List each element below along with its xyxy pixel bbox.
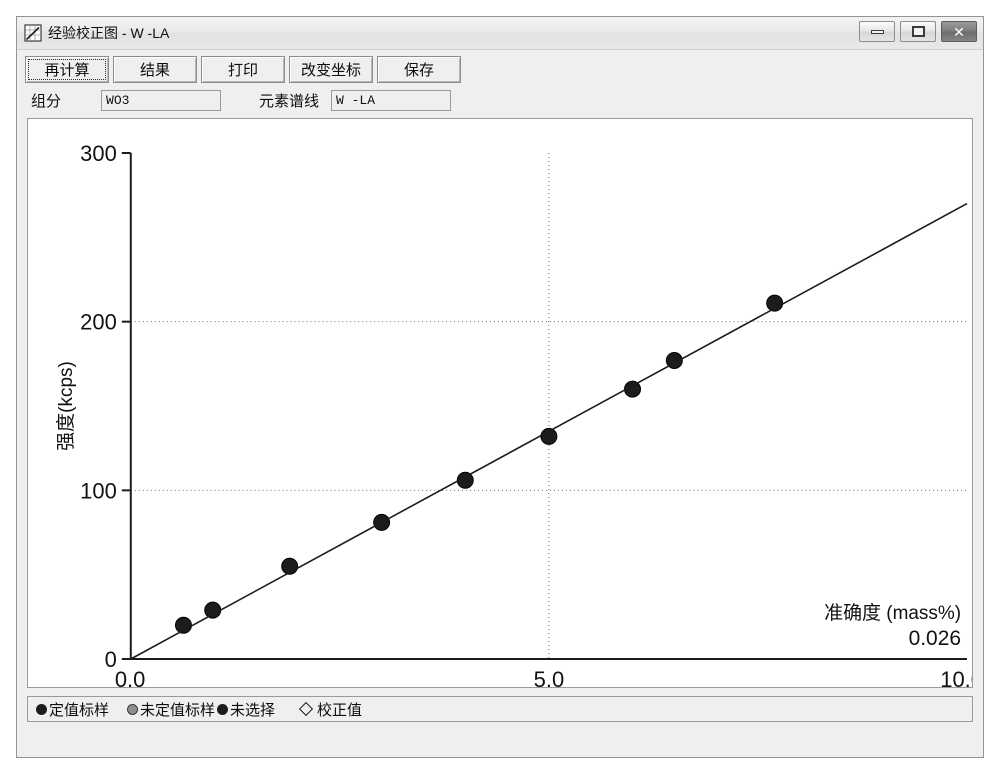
window-title: 经验校正图 - W -LA: [48, 25, 170, 41]
x-axis-tick-label: 5.0: [534, 667, 565, 687]
component-label: 组分: [31, 93, 62, 110]
window-controls: ✕: [859, 21, 977, 42]
maximize-icon: [911, 26, 925, 37]
chart-panel: 01002003000.05.010.0强度(kcps)标准值(mass%)准确…: [27, 118, 973, 688]
close-icon: ✕: [953, 23, 965, 40]
y-axis-tick-label: 200: [80, 310, 117, 335]
save-button[interactable]: 保存: [377, 56, 461, 83]
filled-dark-circle-icon-2: [217, 703, 229, 715]
element-line-label: 元素谱线: [259, 93, 320, 110]
calibration-chart: 01002003000.05.010.0强度(kcps)标准值(mass%)准确…: [28, 119, 972, 687]
legend-label-assigned: 定值标样: [49, 701, 110, 719]
results-button[interactable]: 结果: [113, 56, 197, 83]
legend-label-unselected: 未选择: [230, 701, 276, 719]
minimize-button[interactable]: [859, 21, 895, 42]
y-axis-title: 强度(kcps): [55, 361, 77, 451]
calibration-window: 经验校正图 - W -LA ✕ 再计算 结果 打印 改变坐标 保存 组分 WO3…: [16, 16, 984, 758]
minimize-icon: [870, 29, 884, 34]
change-axis-button[interactable]: 改变坐标: [289, 56, 373, 83]
legend-label-corrected: 校正值: [317, 701, 363, 719]
close-button[interactable]: ✕: [941, 21, 977, 42]
legend-bar: 定值标样 未定值标样 未选择 校正值: [27, 696, 973, 722]
accuracy-label: 准确度 (mass%): [824, 602, 961, 624]
filled-gray-circle-icon: [127, 703, 139, 715]
print-button[interactable]: 打印: [201, 56, 285, 83]
legend-item-unselected: 未选择: [217, 699, 275, 720]
y-axis-tick-label: 100: [80, 478, 117, 503]
field-row: 组分 WO3 元素谱线 W -LA: [17, 88, 983, 118]
legend-label-unassigned: 未定值标样: [140, 701, 216, 719]
accuracy-value: 0.026: [909, 627, 961, 650]
chart-grid-icon: [24, 24, 42, 42]
y-axis-tick-label: 300: [80, 141, 117, 166]
legend-item-assigned: 定值标样: [36, 699, 109, 720]
recalculate-button[interactable]: 再计算: [25, 56, 109, 83]
hollow-diamond-icon: [298, 701, 314, 717]
x-axis-tick-label: 10.0: [940, 667, 972, 687]
filled-dark-circle-icon: [36, 703, 47, 715]
maximize-button[interactable]: [900, 21, 936, 42]
legend-item-unassigned: 未定值标样: [127, 699, 215, 720]
toolbar: 再计算 结果 打印 改变坐标 保存: [17, 50, 983, 88]
x-axis-tick-label: 0.0: [115, 667, 146, 687]
legend-item-corrected: 校正值: [298, 699, 363, 720]
data-point[interactable]: [204, 601, 222, 619]
element-line-input[interactable]: W -LA: [331, 90, 452, 111]
title-bar: 经验校正图 - W -LA ✕: [17, 17, 983, 50]
component-input[interactable]: WO3: [101, 90, 222, 111]
